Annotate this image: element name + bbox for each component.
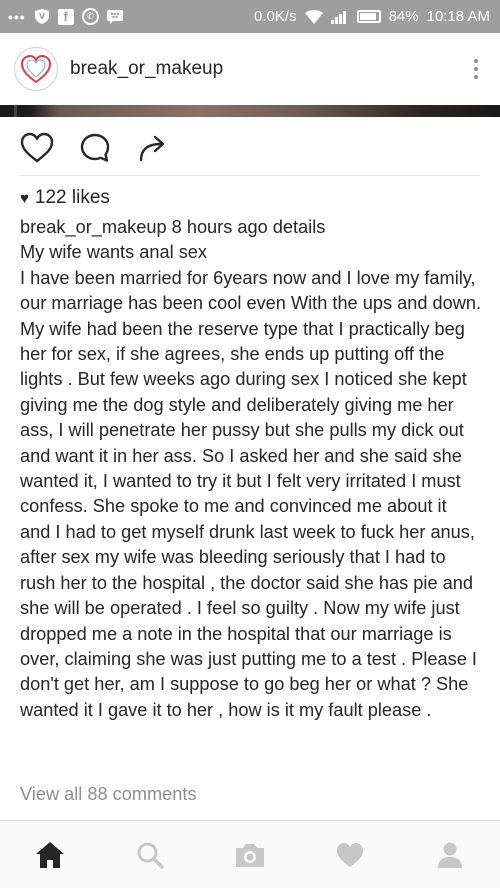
view-all-comments-link[interactable]: View all 88 comments <box>20 784 197 805</box>
heart-outline-icon <box>20 132 54 163</box>
comment-icon <box>80 133 110 162</box>
post-photo[interactable] <box>0 105 500 117</box>
share-arrow-icon <box>139 135 165 162</box>
caption-meta: 8 hours ago details <box>166 217 326 237</box>
comment-button[interactable] <box>78 131 112 165</box>
camera-icon <box>236 843 264 867</box>
network-speed: 0.0K/s <box>254 8 297 25</box>
signal-icon <box>330 10 349 24</box>
photo-edge <box>14 105 17 117</box>
caption-header: break_or_makeup 8 hours ago details <box>20 215 482 240</box>
more-dot <box>474 75 478 79</box>
status-left: ••• V f ✆ <box>8 8 123 25</box>
more-dot <box>474 67 478 71</box>
like-button[interactable] <box>20 131 54 165</box>
likes-label: 122 likes <box>34 187 110 208</box>
status-bar: ••• V f ✆ 0.0K/s 84% 10:18 AM <box>0 0 500 33</box>
nav-home[interactable] <box>28 833 72 877</box>
nav-profile[interactable] <box>428 833 472 877</box>
more-dots-icon: ••• <box>8 8 26 25</box>
whatsapp-icon: ✆ <box>81 8 99 25</box>
more-options-button[interactable] <box>466 54 486 84</box>
actions-divider <box>20 175 480 176</box>
nav-camera[interactable] <box>228 833 272 877</box>
profile-icon <box>438 842 462 868</box>
nav-activity[interactable] <box>328 833 372 877</box>
battery-icon <box>356 10 381 23</box>
facebook-icon: f <box>57 8 74 25</box>
post-username[interactable]: break_or_makeup <box>70 58 223 80</box>
shield-icon: V <box>34 8 50 25</box>
home-icon <box>36 841 64 868</box>
heart-icon <box>337 842 363 867</box>
share-button[interactable] <box>136 131 170 165</box>
more-dot <box>474 59 478 63</box>
clock: 10:18 AM <box>426 8 490 25</box>
caption-body: I have been married for 6years now and I… <box>20 267 482 720</box>
status-right: 0.0K/s 84% 10:18 AM <box>254 8 490 25</box>
wifi-icon <box>304 9 323 24</box>
search-icon <box>137 842 164 869</box>
likes-count[interactable]: ♥ 122 likes <box>20 187 110 209</box>
battery-percent: 84% <box>388 8 419 25</box>
caption-author[interactable]: break_or_makeup <box>20 217 167 237</box>
post-actions <box>20 128 170 168</box>
bbm-icon <box>106 9 123 24</box>
post-caption: break_or_makeup 8 hours ago details My w… <box>20 215 482 723</box>
svg-text:V: V <box>39 12 46 21</box>
heart-filled-icon: ♥ <box>20 189 29 207</box>
caption-title: My wife wants anal sex <box>20 242 207 263</box>
bottom-nav <box>0 820 500 888</box>
avatar[interactable] <box>14 47 58 91</box>
nav-search[interactable] <box>128 833 172 877</box>
post-header: break_or_makeup <box>0 33 500 105</box>
heart-avatar-icon <box>20 54 52 84</box>
